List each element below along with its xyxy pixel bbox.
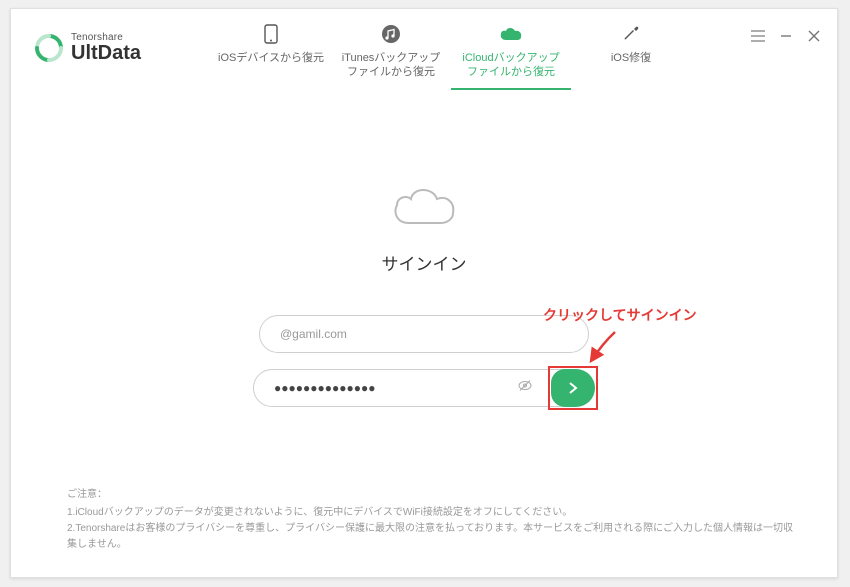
tab-ios-repair[interactable]: iOS修復 bbox=[571, 23, 691, 90]
tab-label: iTunesバックアップ ファイルから復元 bbox=[331, 51, 451, 80]
password-row bbox=[253, 369, 595, 407]
tab-label: iOSデバイスから復元 bbox=[211, 51, 331, 65]
phone-icon bbox=[211, 23, 331, 45]
chevron-right-icon bbox=[568, 382, 578, 394]
signin-title: サインイン bbox=[382, 250, 467, 275]
tab-icloud-backup[interactable]: iCloudバックアップ ファイルから復元 bbox=[451, 23, 571, 90]
tab-itunes-backup[interactable]: iTunesバックアップ ファイルから復元 bbox=[331, 23, 451, 90]
window-controls bbox=[751, 29, 821, 43]
menu-icon[interactable] bbox=[751, 29, 765, 43]
app-window: Tenorshare UltData iOSデバイスから復元 iTunesバック… bbox=[10, 8, 838, 578]
footer-heading: ご注意： bbox=[67, 487, 797, 503]
signin-button[interactable] bbox=[551, 369, 595, 407]
ultdata-logo-icon bbox=[35, 34, 63, 62]
logo-text: Tenorshare UltData bbox=[71, 33, 141, 63]
annotation-text: クリックしてサインイン bbox=[543, 305, 697, 325]
wrench-icon bbox=[571, 23, 691, 45]
logo-product: UltData bbox=[71, 43, 141, 63]
tab-ios-device[interactable]: iOSデバイスから復元 bbox=[211, 23, 331, 90]
tab-label: iCloudバックアップ ファイルから復元 bbox=[451, 51, 571, 80]
app-logo: Tenorshare UltData bbox=[35, 9, 141, 63]
footer-line-1: 1.iCloudバックアップのデータが変更されないように、復元中にデバイスでWi… bbox=[67, 505, 797, 521]
cloud-icon bbox=[451, 23, 571, 45]
header: Tenorshare UltData iOSデバイスから復元 iTunesバック… bbox=[11, 9, 837, 93]
eye-off-icon[interactable] bbox=[517, 378, 533, 399]
password-field[interactable] bbox=[253, 369, 583, 407]
tab-label: iOS修復 bbox=[571, 51, 691, 65]
footer-notes: ご注意： 1.iCloudバックアップのデータが変更されないように、復元中にデバ… bbox=[67, 487, 797, 553]
signin-panel: サインイン bbox=[11, 183, 837, 423]
minimize-icon[interactable] bbox=[779, 29, 793, 43]
cloud-outline-icon bbox=[389, 183, 459, 234]
itunes-icon bbox=[331, 23, 451, 45]
email-field[interactable] bbox=[259, 315, 589, 353]
tab-bar: iOSデバイスから復元 iTunesバックアップ ファイルから復元 iCloud… bbox=[211, 23, 691, 90]
close-icon[interactable] bbox=[807, 29, 821, 43]
footer-line-2: 2.Tenorshareはお客様のプライバシーを尊重し、プライバシー保護に最大限… bbox=[67, 521, 797, 553]
email-row bbox=[259, 315, 589, 353]
